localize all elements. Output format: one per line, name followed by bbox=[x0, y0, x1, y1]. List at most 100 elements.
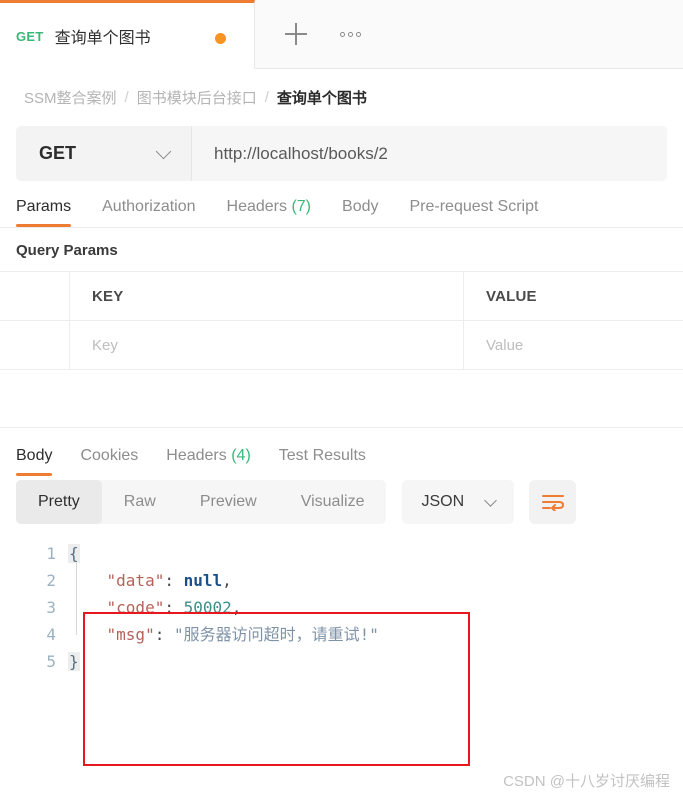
value-placeholder: Value bbox=[486, 336, 524, 354]
line-number-gutter: 1 2 3 4 5 bbox=[16, 533, 68, 675]
tab-title-label: 查询单个图书 bbox=[54, 30, 151, 47]
request-tabs: Params Authorization Headers (7) Body Pr… bbox=[0, 181, 683, 228]
json-key-msg: "msg" bbox=[106, 625, 155, 644]
row-value-input[interactable]: Value bbox=[464, 321, 683, 369]
json-punct: : bbox=[154, 625, 174, 644]
table-header-row: KEY VALUE bbox=[0, 272, 683, 321]
response-format-toolbar: Pretty Raw Preview Visualize JSON bbox=[16, 476, 667, 524]
response-tab-body[interactable]: Body bbox=[16, 447, 53, 476]
tab-bar-actions bbox=[255, 0, 683, 68]
format-pretty-label: Pretty bbox=[38, 493, 80, 510]
tab-method-label: GET bbox=[16, 28, 44, 44]
json-value-code: 50002 bbox=[183, 598, 232, 617]
code-line-2: "data": null, bbox=[68, 567, 667, 594]
row-key-input[interactable]: Key bbox=[70, 321, 464, 369]
json-punct: : bbox=[164, 598, 184, 617]
code-line-4: "msg": "服务器访问超时，请重试!" bbox=[68, 621, 667, 648]
header-checkbox-cell bbox=[0, 272, 70, 320]
json-key-code: "code" bbox=[106, 598, 165, 617]
code-line-1: { bbox=[68, 540, 667, 567]
more-options-icon[interactable] bbox=[340, 31, 361, 37]
breadcrumb-separator: / bbox=[264, 89, 269, 106]
format-raw-label: Raw bbox=[123, 493, 156, 510]
breadcrumb-item-folder[interactable]: 图书模块后台接口 bbox=[137, 87, 257, 108]
url-value: http://localhost/books/2 bbox=[214, 143, 388, 163]
word-wrap-icon bbox=[541, 495, 564, 511]
line-number: 1 bbox=[46, 544, 56, 563]
format-pretty[interactable]: Pretty bbox=[16, 480, 102, 524]
language-select[interactable]: JSON bbox=[402, 480, 515, 524]
line-number: 4 bbox=[46, 625, 56, 644]
query-params-table: KEY VALUE Key Value bbox=[0, 271, 683, 428]
tab-body[interactable]: Body bbox=[342, 198, 378, 227]
json-comma: , bbox=[222, 571, 232, 590]
breadcrumb-item-request: 查询单个图书 bbox=[276, 90, 367, 107]
format-preview-label: Preview bbox=[199, 493, 257, 510]
http-method-label: GET bbox=[39, 143, 77, 163]
tab-params-label: Params bbox=[16, 198, 72, 215]
tab-authorization[interactable]: Authorization bbox=[102, 198, 195, 227]
row-checkbox-cell[interactable] bbox=[0, 321, 70, 369]
watermark-label: CSDN @十八岁讨厌编程 bbox=[503, 773, 670, 790]
tab-authorization-label: Authorization bbox=[102, 198, 196, 215]
key-placeholder: Key bbox=[92, 336, 118, 354]
open-brace: { bbox=[68, 544, 80, 563]
chevron-down-icon bbox=[155, 143, 172, 159]
table-empty-area bbox=[0, 370, 683, 428]
postman-window: GET 查询单个图书 SSM整合案例 / 图书模块后台接口 / 查询单个图书 G… bbox=[0, 0, 683, 799]
line-number: 5 bbox=[46, 652, 56, 671]
code-line-5: } bbox=[68, 648, 667, 675]
header-value-cell: VALUE bbox=[464, 272, 683, 320]
fold-guide-line bbox=[76, 563, 77, 635]
json-value-msg: "服务器访问超时，请重试!" bbox=[173, 625, 379, 644]
tab-body-label: Body bbox=[342, 198, 379, 215]
json-value-data: null bbox=[183, 571, 223, 590]
breadcrumb-separator: / bbox=[124, 89, 129, 106]
tab-headers[interactable]: Headers (7) bbox=[227, 198, 312, 227]
code-line-3: "code": 50002, bbox=[68, 594, 667, 621]
response-tab-headers-count: (4) bbox=[231, 447, 251, 464]
response-tab-test-results[interactable]: Test Results bbox=[279, 447, 366, 476]
json-key-data: "data" bbox=[106, 571, 165, 590]
response-tab-headers[interactable]: Headers (4) bbox=[166, 447, 251, 476]
format-visualize-label: Visualize bbox=[300, 493, 365, 510]
new-tab-plus-icon[interactable] bbox=[285, 23, 307, 45]
json-punct: : bbox=[164, 571, 184, 590]
response-tab-cookies[interactable]: Cookies bbox=[80, 447, 138, 476]
json-comma: , bbox=[231, 598, 242, 617]
tab-headers-count: (7) bbox=[291, 198, 312, 215]
chevron-down-icon bbox=[484, 493, 498, 507]
url-input[interactable]: http://localhost/books/2 bbox=[191, 126, 667, 181]
response-tabs: Body Cookies Headers (4) Test Results bbox=[0, 428, 683, 476]
header-key-cell: KEY bbox=[70, 272, 464, 320]
table-row: Key Value bbox=[0, 321, 683, 370]
response-tab-cookies-label: Cookies bbox=[80, 447, 139, 464]
format-raw[interactable]: Raw bbox=[102, 480, 178, 524]
tab-pre-request-script[interactable]: Pre-request Script bbox=[409, 198, 538, 227]
breadcrumb-item-collection[interactable]: SSM整合案例 bbox=[24, 87, 117, 108]
column-header-value: VALUE bbox=[486, 287, 537, 305]
tab-bar: GET 查询单个图书 bbox=[0, 0, 683, 69]
response-tab-body-label: Body bbox=[16, 447, 53, 464]
column-header-key: KEY bbox=[92, 287, 124, 305]
response-tab-headers-label: Headers bbox=[166, 447, 227, 464]
response-code-viewer: 1 2 3 4 5 { "data": null, "code": 50002,… bbox=[16, 533, 667, 675]
format-visualize[interactable]: Visualize bbox=[279, 480, 387, 524]
line-number: 2 bbox=[46, 571, 56, 590]
request-tab-active[interactable]: GET 查询单个图书 bbox=[0, 0, 255, 69]
json-code-area[interactable]: { "data": null, "code": 50002, "msg": "服… bbox=[68, 533, 667, 675]
word-wrap-button[interactable] bbox=[529, 480, 577, 524]
tab-pre-request-script-label: Pre-request Script bbox=[409, 198, 539, 215]
response-tab-test-results-label: Test Results bbox=[278, 447, 366, 464]
response-body-panel: Pretty Raw Preview Visualize JSON 1 2 3 … bbox=[0, 476, 683, 675]
tab-params[interactable]: Params bbox=[16, 198, 72, 227]
query-params-title: Query Params bbox=[16, 242, 118, 259]
http-method-select[interactable]: GET bbox=[16, 126, 191, 181]
format-preview[interactable]: Preview bbox=[178, 480, 279, 524]
unsaved-indicator-dot bbox=[215, 33, 226, 44]
breadcrumb: SSM整合案例 / 图书模块后台接口 / 查询单个图书 bbox=[0, 69, 683, 126]
tab-headers-label: Headers bbox=[226, 198, 287, 215]
language-label: JSON bbox=[421, 493, 465, 510]
format-segmented-control: Pretty Raw Preview Visualize bbox=[16, 480, 387, 524]
line-number: 3 bbox=[46, 598, 56, 617]
